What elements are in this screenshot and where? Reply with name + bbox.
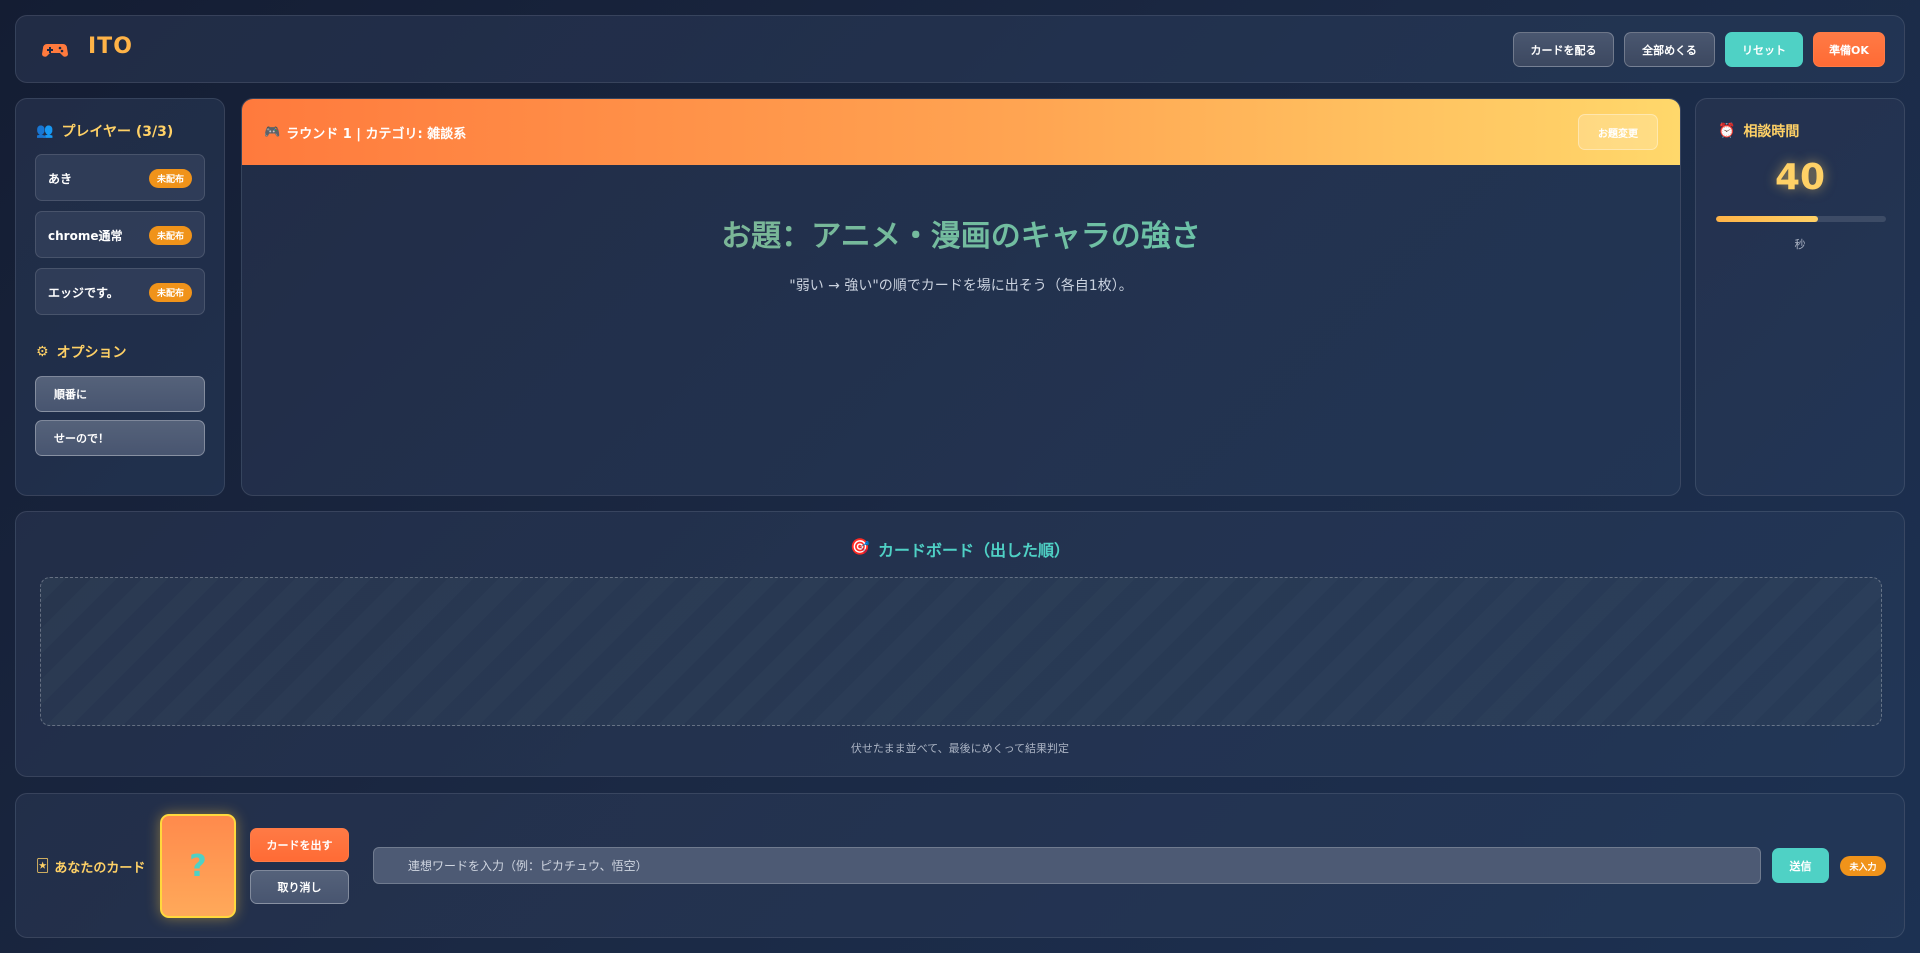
app-header: ITO カードを配る 全部めくる リセット 準備OK [15, 15, 1905, 83]
player-row: chrome通常 未配布 [35, 211, 205, 258]
association-word-input[interactable] [373, 847, 1761, 884]
your-card-panel: 🃏 あなたのカード ? カードを出す 取り消し 💬 送信 未入力 [15, 793, 1905, 938]
your-card-heading: 🃏 あなたのカード [36, 857, 145, 876]
topic-title: お題：アニメ・漫画のキャラの強さ [242, 211, 1680, 255]
option-in-order-button[interactable]: 順番に [35, 376, 205, 412]
card-drop-area[interactable] [40, 577, 1882, 726]
player-status-badge: 未配布 [148, 169, 192, 188]
board-title: カードボード（出した順） [877, 541, 1070, 560]
change-topic-button[interactable]: お題変更 [1578, 114, 1658, 150]
topic-subtitle: "弱い → 強い"の順でカードを場に出そう（各自1枚）。 [789, 278, 1133, 294]
gear-icon: ⚙ [36, 344, 49, 360]
players-heading: 👥 プレイヤー (3/3) [36, 121, 173, 141]
board-note: 伏せたまま並べて、最後にめくって結果判定 [850, 742, 1070, 755]
your-card[interactable]: ? [160, 814, 236, 918]
deal-cards-button[interactable]: カードを配る [1513, 32, 1614, 67]
options-title: オプション [56, 345, 127, 361]
send-button[interactable]: 送信 [1772, 848, 1829, 883]
options-heading: ⚙ オプション [36, 342, 127, 362]
timer-title: 相談時間 [1743, 124, 1800, 140]
gamepad-icon [42, 36, 68, 62]
player-row: エッジです。 未配布 [35, 268, 205, 315]
topic-panel: 🎮 ラウンド 1 | カテゴリ: 雑談系 お題変更 お題：アニメ・漫画のキャラの… [241, 98, 1681, 496]
player-row: あき 未配布 [35, 154, 205, 201]
player-name: エッジです。 [48, 286, 119, 300]
player-status-badge: 未配布 [148, 283, 192, 302]
your-card-label: あなたのカード [54, 861, 146, 876]
player-status-badge: 未配布 [148, 226, 192, 245]
input-status-badge: 未入力 [1840, 856, 1886, 876]
round-text: ラウンド 1 | カテゴリ: 雑談系 [286, 127, 467, 142]
undo-button[interactable]: 取り消し [250, 870, 349, 904]
target-icon: 🎯 [850, 537, 870, 556]
reset-button[interactable]: リセット [1725, 32, 1803, 67]
option-all-at-once-button[interactable]: せーので！ [35, 420, 205, 456]
timer-unit: 秒 [1794, 238, 1806, 251]
app-title: ITO [88, 34, 133, 59]
reveal-all-button[interactable]: 全部めくる [1624, 32, 1715, 67]
timer-panel: ⏰ 相談時間 40 秒 [1695, 98, 1905, 496]
card-icon: 🃏 [36, 859, 50, 874]
timer-progress-fill [1716, 216, 1818, 222]
alarm-clock-icon: ⏰ [1718, 123, 1736, 139]
gamepad-icon: 🎮 [264, 125, 281, 140]
player-name: あき [48, 172, 73, 186]
card-board-panel: 🎯 カードボード（出した順） 伏せたまま並べて、最後にめくって結果判定 [15, 511, 1905, 777]
board-heading: 🎯 カードボード（出した順） [16, 537, 1904, 561]
play-card-button[interactable]: カードを出す [250, 828, 349, 862]
players-icon: 👥 [36, 123, 54, 139]
topic-header-bar: 🎮 ラウンド 1 | カテゴリ: 雑談系 お題変更 [242, 99, 1680, 165]
players-title: プレイヤー (3/3) [61, 124, 174, 140]
ready-button[interactable]: 準備OK [1813, 32, 1885, 67]
timer-heading: ⏰ 相談時間 [1718, 121, 1799, 141]
players-panel: 👥 プレイヤー (3/3) あき 未配布 chrome通常 未配布 エッジです。… [15, 98, 225, 496]
round-label: 🎮 ラウンド 1 | カテゴリ: 雑談系 [264, 123, 466, 142]
player-name: chrome通常 [48, 229, 123, 243]
timer-progress-bar [1716, 216, 1886, 222]
timer-value: 40 [1774, 157, 1826, 198]
